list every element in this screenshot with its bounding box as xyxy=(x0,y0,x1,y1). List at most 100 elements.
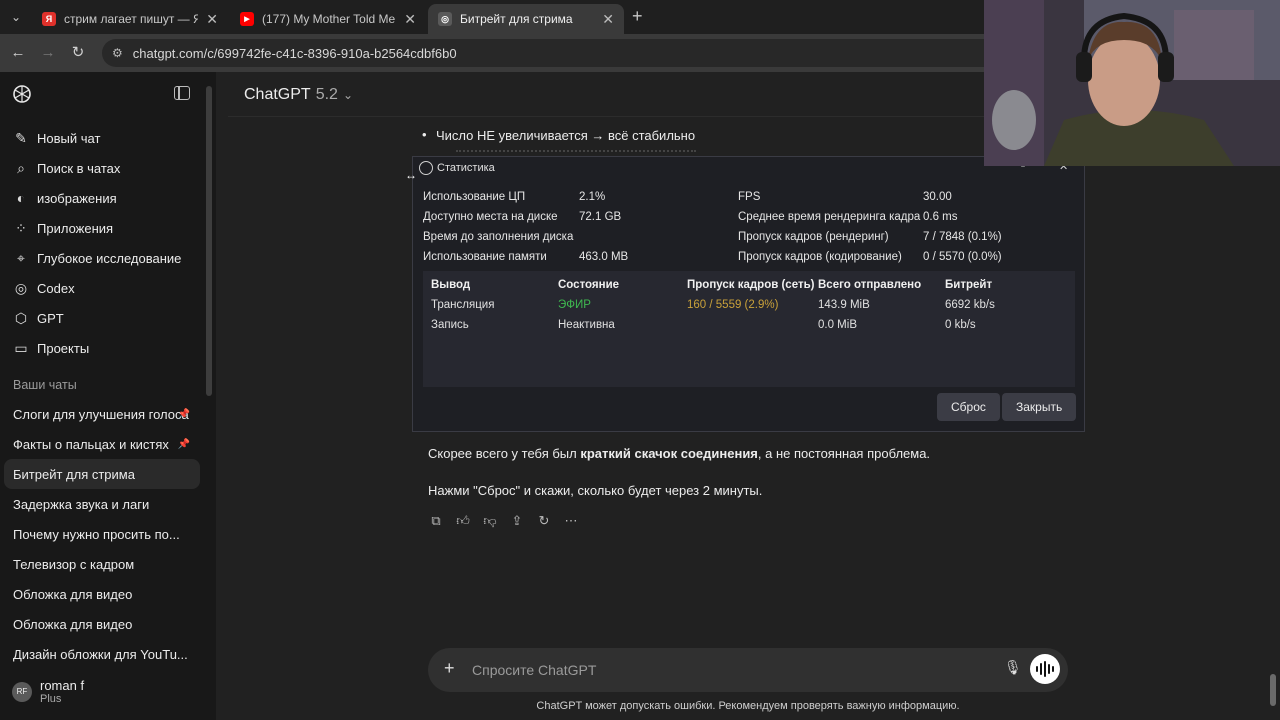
sidebar-item-projects[interactable]: ▭ Проекты xyxy=(6,333,200,363)
tab-search-chevron-icon[interactable]: ⌄ xyxy=(6,8,26,26)
sidebar-item-label: Проекты xyxy=(37,340,90,356)
close-button[interactable]: Закрыть xyxy=(1002,393,1077,421)
browser-tab-chatgpt[interactable]: ◎ Битрейт для стрима ✕ xyxy=(428,4,624,34)
chat-item[interactable]: Задержка звука и лаги xyxy=(4,489,200,519)
stat-value: 463.0 MB xyxy=(579,251,629,263)
stat-value: 72.1 GB xyxy=(579,211,622,223)
sidebar-scrollbar[interactable] xyxy=(206,86,212,396)
openai-logo-icon[interactable] xyxy=(12,84,32,104)
yandex-favicon-icon: Я xyxy=(42,12,56,26)
thumbs-down-icon[interactable]: 👎︎ xyxy=(482,512,498,530)
tab-close-icon[interactable]: ✕ xyxy=(206,11,218,28)
share-icon[interactable]: ⇪ xyxy=(509,512,525,530)
voice-mode-button[interactable] xyxy=(1030,654,1060,684)
main-scrollbar[interactable] xyxy=(1270,674,1276,706)
sidebar-item-images[interactable]: ◐ изображения xyxy=(6,183,200,213)
thumbs-up-icon[interactable]: 👍︎ xyxy=(455,512,471,530)
address-bar[interactable]: ⚙ chatgpt.com/c/699742fe-c41c-8396-910a-… xyxy=(102,39,1002,67)
codex-icon: ◎ xyxy=(14,279,28,296)
sidebar-item-label: Глубокое исследование xyxy=(37,250,182,266)
stat-label: Использование памяти xyxy=(423,251,547,263)
table-header: Вывод xyxy=(431,279,471,291)
sidebar-item-apps[interactable]: ⁘ Приложения xyxy=(6,213,200,243)
sidebar-item-label: Поиск в чатах xyxy=(37,160,121,176)
stat-label: Время до заполнения диска xyxy=(423,231,574,243)
regenerate-icon[interactable]: ↻ xyxy=(536,512,552,530)
chat-item[interactable]: Обложка для видео xyxy=(4,579,200,609)
sidebar-item-deep-research[interactable]: ⌖ Глубокое исследование xyxy=(6,243,200,273)
status-badge: ЭФИР xyxy=(558,299,591,311)
chat-item[interactable]: Слоги для улучшения голоса 📌 xyxy=(4,399,200,429)
pin-icon: 📌 xyxy=(177,408,190,420)
table-cell: 0.0 MiB xyxy=(818,319,857,331)
more-icon[interactable]: ⋯ xyxy=(563,512,579,530)
chat-item[interactable]: Обложка для видео xyxy=(4,609,200,639)
stat-label: Пропуск кадров (рендеринг) xyxy=(738,231,889,243)
url-text: chatgpt.com/c/699742fe-c41c-8396-910a-b2… xyxy=(132,45,457,61)
composer-placeholder[interactable]: Спросите ChatGPT xyxy=(472,662,596,678)
avatar: RF xyxy=(12,681,32,702)
sidebar-item-label: Приложения xyxy=(37,220,114,236)
table-cell: 143.9 MiB xyxy=(818,299,870,311)
stat-label: Среднее время рендеринга кадра xyxy=(738,211,921,223)
message-composer[interactable]: + Спросите ChatGPT 🎙︎ xyxy=(428,648,1068,692)
sidebar-item-codex[interactable]: ◎ Codex xyxy=(6,273,200,303)
plus-icon[interactable]: + xyxy=(444,658,455,679)
pin-icon: 📌 xyxy=(177,438,190,450)
edit-icon: ✎ xyxy=(15,129,27,146)
copy-icon[interactable]: ⧉ xyxy=(428,512,444,530)
stat-label: Доступно места на диске xyxy=(423,211,558,223)
para-text: , а не постоянная проблема. xyxy=(757,446,931,461)
table-cell: Трансляция xyxy=(431,299,495,311)
model-selector[interactable]: ChatGPT 5.2 ⌄ xyxy=(244,86,353,104)
chat-item[interactable]: Почему нужно просить по... xyxy=(4,519,200,549)
sidebar-item-label: GPT xyxy=(37,310,64,326)
reload-icon[interactable]: ↻ xyxy=(68,43,88,63)
chat-item[interactable]: Факты о пальцах и кистях 📌 xyxy=(4,429,200,459)
sidebar-item-label: изображения xyxy=(37,190,117,206)
stat-label: Использование ЦП xyxy=(423,191,526,203)
site-info-icon[interactable]: ⚙ xyxy=(112,46,123,60)
back-arrow-icon[interactable]: ← xyxy=(8,43,28,63)
chat-item[interactable]: Телевизор с кадром xyxy=(4,549,200,579)
tab-close-icon[interactable]: ✕ xyxy=(602,11,614,28)
model-version: 5.2 xyxy=(315,86,338,103)
sidebar-item-search[interactable]: ⌕ Поиск в чатах xyxy=(6,153,200,183)
telescope-icon: ⌖ xyxy=(17,249,25,266)
sidebar-toggle-icon[interactable] xyxy=(174,86,190,100)
sidebar: ✎ Новый чат ⌕ Поиск в чатах ◐ изображени… xyxy=(0,72,216,720)
model-name: ChatGPT xyxy=(244,86,311,103)
chat-item-label: Задержка звука и лаги xyxy=(13,496,150,512)
browser-tab-youtube[interactable]: ▶ (177) My Mother Told Me (Ging ✕ xyxy=(230,4,426,34)
stats-dialog: Статистика ▫ ✕ Использование ЦП 2.1% Дос… xyxy=(412,156,1085,432)
dialog-title: Статистика xyxy=(437,162,495,174)
sidebar-item-gpt[interactable]: ⬡ GPT xyxy=(6,303,200,333)
message-bullet: Число НЕ увеличивается → всё стабильно xyxy=(422,127,695,143)
disclaimer: ChatGPT может допускать ошибки. Рекоменд… xyxy=(536,700,960,712)
stat-value: 30.00 xyxy=(923,191,952,203)
user-name: roman f xyxy=(40,678,85,693)
new-tab-plus-icon[interactable]: + xyxy=(632,6,643,27)
microphone-icon[interactable]: 🎙︎ xyxy=(1004,659,1022,676)
apps-icon: ⁘ xyxy=(15,219,27,236)
tab-close-icon[interactable]: ✕ xyxy=(404,11,416,28)
chat-item-label: Слоги для улучшения голоса xyxy=(13,406,189,422)
table-header: Битрейт xyxy=(945,279,993,291)
webcam-overlay xyxy=(984,0,1280,166)
chat-item-label: Факты о пальцах и кистях xyxy=(13,436,169,452)
chat-item-label: Битрейт для стрима xyxy=(13,466,135,482)
tab-title: стрим лагает пишут — Яндекс xyxy=(64,12,199,26)
obs-logo-icon xyxy=(419,161,433,175)
outputs-table: Вывод Состояние Пропуск кадров (сеть) Вс… xyxy=(423,271,1075,387)
sidebar-item-label: Codex xyxy=(37,280,75,296)
chat-item-active[interactable]: Битрейт для стрима xyxy=(4,459,200,489)
chat-item[interactable]: Дизайн обложки для YouTu... xyxy=(4,639,200,669)
sidebar-item-new-chat[interactable]: ✎ Новый чат xyxy=(6,123,200,153)
browser-tab-yandex[interactable]: Я стрим лагает пишут — Яндекс ✕ xyxy=(32,4,228,34)
forward-arrow-icon[interactable]: → xyxy=(38,43,58,63)
reset-button[interactable]: Сброс xyxy=(937,393,1000,421)
tab-title: (177) My Mother Told Me (Ging xyxy=(262,12,396,26)
stat-label: Пропуск кадров (кодирование) xyxy=(738,251,902,263)
table-cell: Запись xyxy=(431,319,469,331)
tab-title: Битрейт для стрима xyxy=(460,12,573,26)
